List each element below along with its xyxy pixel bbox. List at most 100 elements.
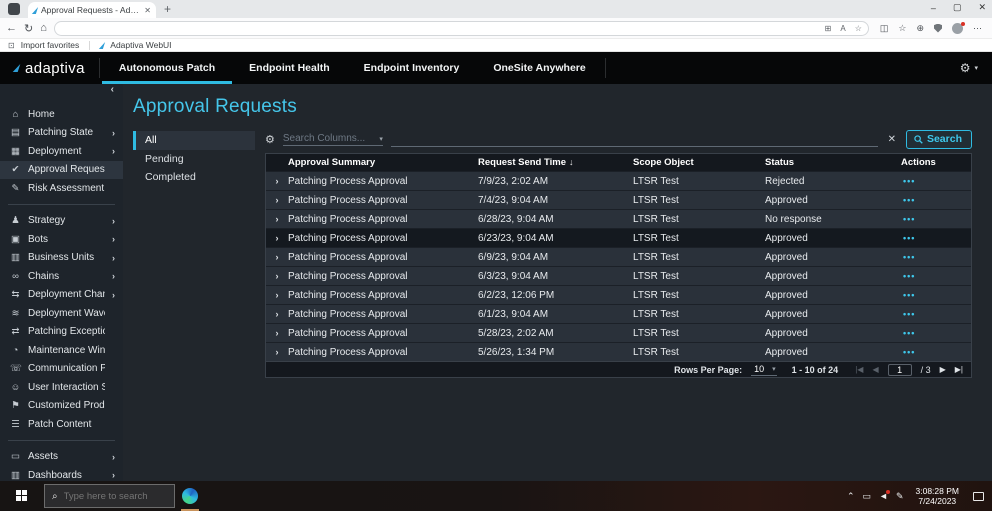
sidebar-item[interactable]: ✎ Risk Assessment Settings › [0,179,123,198]
row-expand-icon[interactable]: › [266,347,288,357]
window-close-button[interactable]: ✕ [978,2,986,13]
rows-per-page-select[interactable]: 10 ▾ [751,364,777,376]
row-expand-icon[interactable]: › [266,290,288,300]
add-favorite-icon[interactable]: ☆ [855,24,862,33]
sidebar-item[interactable]: ⚑ Customized Products › [0,397,123,416]
tab-actions-menu-icon[interactable] [8,3,20,15]
clear-search-icon[interactable]: ✕ [888,134,896,145]
app-settings-gear-icon[interactable]: ⚙ [960,61,971,75]
sidebar-item[interactable]: ♟ Strategy › [0,212,123,231]
row-actions-icon[interactable]: ••• [901,309,971,319]
collections-icon[interactable]: ☆ [898,23,906,34]
row-actions-icon[interactable]: ••• [901,271,971,281]
sidebar-item[interactable]: ∞ Chains › [0,267,123,286]
row-expand-icon[interactable]: › [266,214,288,224]
taskbar-search-input[interactable] [63,490,167,502]
sidebar-item[interactable]: ≋ Deployment Waves › [0,304,123,323]
col-approval-summary[interactable]: Approval Summary [288,157,478,168]
filter-item[interactable]: Pending [133,150,255,169]
sidebar-item[interactable]: ⇄ Patching Exceptions › [0,323,123,342]
sidebar-item[interactable]: › [8,203,115,205]
row-actions-icon[interactable]: ••• [901,252,971,262]
row-actions-icon[interactable]: ••• [901,233,971,243]
table-row[interactable]: › Patching Process Approval 6/2/23, 12:0… [266,285,971,304]
taskbar-clock[interactable]: 3:08:28 PM 7/24/2023 [916,486,959,506]
table-row[interactable]: › Patching Process Approval 5/28/23, 2:0… [266,323,971,342]
filter-item[interactable]: Completed [133,168,255,187]
filter-item[interactable]: All [133,131,255,150]
browser-essentials-icon[interactable]: ⊕ [916,23,924,34]
workspaces-icon[interactable]: ⊞ [825,24,832,33]
search-columns-select[interactable]: Search Columns... ▾ [282,133,383,146]
sidebar-item[interactable]: ⌂ Home › [0,105,123,124]
table-row[interactable]: › Patching Process Approval 7/9/23, 2:02… [266,171,971,190]
app-settings-caret-icon[interactable]: ▾ [974,64,978,72]
last-page-icon[interactable]: ▶| [955,365,963,374]
edge-taskbar-button[interactable] [175,481,205,511]
row-expand-icon[interactable]: › [266,176,288,186]
browser-tab[interactable]: Approval Requests - Adaptiva A ✕ [28,2,156,18]
volume-muted-icon[interactable]: ◄ [879,490,890,501]
sidebar-item[interactable]: ⇆ Deployment Channels › [0,286,123,305]
search-input[interactable] [390,132,878,147]
refresh-icon[interactable]: ↻ [24,22,33,35]
sidebar-item[interactable]: ✔ Approval Requests › [0,160,123,179]
sidebar-collapse-icon[interactable]: ‹ [111,84,114,95]
sidebar-item[interactable]: ▥ Dashboards › [0,466,123,481]
row-actions-icon[interactable]: ••• [901,328,971,338]
row-actions-icon[interactable]: ••• [901,347,971,357]
row-expand-icon[interactable]: › [266,328,288,338]
sidebar-item[interactable]: ☏ Communication Providers › [0,360,123,379]
sidebar-item[interactable]: › [8,439,115,441]
row-expand-icon[interactable]: › [266,252,288,262]
start-button[interactable] [0,481,44,511]
table-row[interactable]: › Patching Process Approval 6/28/23, 9:0… [266,209,971,228]
tray-pen-icon[interactable]: ✎ [896,491,904,502]
import-favorites-button[interactable]: Import favorites [21,40,80,50]
app-nav-tab[interactable]: Endpoint Health [232,52,347,84]
show-hidden-icons-chevron[interactable]: ⌃ [847,491,855,502]
table-row[interactable]: › Patching Process Approval 6/3/23, 9:04… [266,266,971,285]
row-expand-icon[interactable]: › [266,195,288,205]
action-center-icon[interactable] [973,491,984,501]
profile-avatar[interactable] [952,21,965,34]
row-actions-icon[interactable]: ••• [901,290,971,300]
table-row[interactable]: › Patching Process Approval 6/1/23, 9:04… [266,304,971,323]
home-icon-browser[interactable]: ⌂ [40,22,47,34]
window-minimize-button[interactable]: – [931,3,936,13]
sidebar-item[interactable]: ☺ User Interaction Settings › [0,378,123,397]
address-bar[interactable]: ⊞ A ☆ [53,20,869,36]
sidebar-item[interactable]: ▣ Bots › [0,230,123,249]
adaptiva-logo[interactable]: adaptiva [0,52,97,84]
first-page-icon[interactable]: |◀ [855,365,863,374]
previous-page-icon[interactable]: ◀ [872,365,878,374]
search-button[interactable]: Search [905,130,972,149]
col-status[interactable]: Status [765,157,901,168]
tab-close-icon[interactable]: ✕ [144,6,151,15]
taskbar-search-box[interactable]: ⌕ [44,484,175,508]
sidebar-item[interactable]: ▥ Business Units › [0,249,123,268]
tray-monitor-icon[interactable]: ▭ [863,491,872,502]
app-nav-tab[interactable]: Autonomous Patch [101,52,233,84]
row-expand-icon[interactable]: › [266,233,288,243]
row-actions-icon[interactable]: ••• [901,195,971,205]
column-settings-gear-icon[interactable]: ⚙ [265,133,275,146]
next-page-icon[interactable]: ▶ [940,365,946,374]
split-screen-icon[interactable]: ◫ [880,23,889,34]
row-expand-icon[interactable]: › [266,271,288,281]
sidebar-item[interactable]: ▭ Assets › [0,448,123,467]
page-number-input[interactable]: 1 [887,363,912,376]
table-row[interactable]: › Patching Process Approval 7/4/23, 9:04… [266,190,971,209]
adaptiva-webui-bookmark[interactable]: Adaptiva WebUI [110,40,171,50]
table-row[interactable]: › Patching Process Approval 5/26/23, 1:3… [266,342,971,361]
app-nav-tab[interactable]: Endpoint Inventory [347,52,477,84]
row-actions-icon[interactable]: ••• [901,176,971,186]
table-row[interactable]: › Patching Process Approval 6/23/23, 9:0… [266,228,971,247]
read-aloud-icon[interactable]: A [840,24,845,33]
row-expand-icon[interactable]: › [266,309,288,319]
back-icon[interactable]: ← [6,22,17,34]
sidebar-item[interactable]: ▤ Patching State › [0,124,123,143]
col-scope-object[interactable]: Scope Object [633,157,765,168]
table-row[interactable]: › Patching Process Approval 6/9/23, 9:04… [266,247,971,266]
row-actions-icon[interactable]: ••• [901,214,971,224]
